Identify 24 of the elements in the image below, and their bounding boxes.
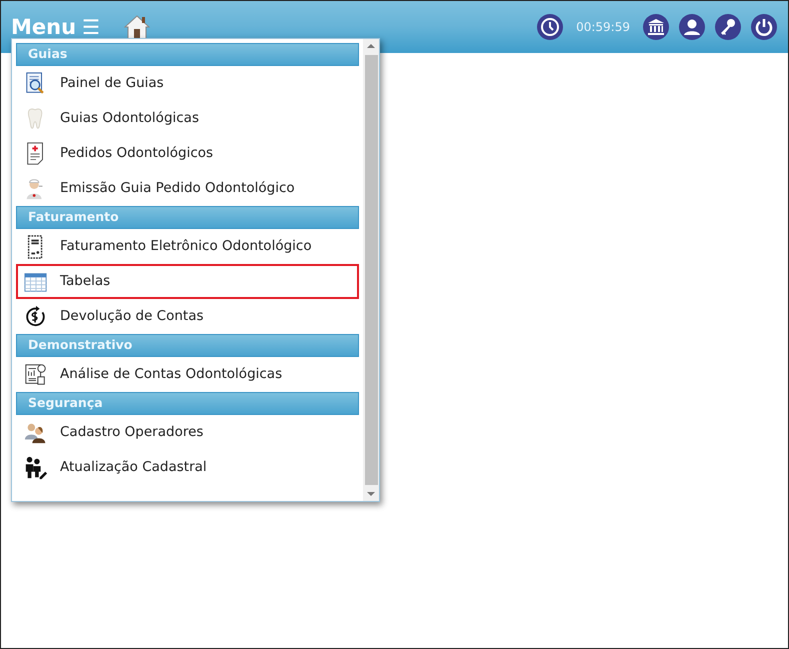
people-edit-icon: [24, 454, 48, 480]
key-icon[interactable]: [714, 13, 742, 41]
menu-item[interactable]: Faturamento Eletrônico Odontológico: [16, 229, 359, 264]
section-header: Guias: [16, 43, 359, 66]
section-header: Demonstrativo: [16, 334, 359, 357]
scrollbar-thumb[interactable]: [364, 55, 378, 485]
menu-item[interactable]: Guias Odontológicas: [16, 101, 359, 136]
menu-item[interactable]: Emissão Guia Pedido Odontológico: [16, 171, 359, 206]
menu-item[interactable]: Pedidos Odontológicos: [16, 136, 359, 171]
session-timer: 00:59:59: [576, 19, 630, 36]
user-icon[interactable]: [678, 13, 706, 41]
bank-icon[interactable]: [642, 13, 670, 41]
section-header: Segurança: [16, 392, 359, 415]
section-header: Faturamento: [16, 206, 359, 229]
menu-item[interactable]: Devolução de Contas: [16, 299, 359, 334]
menu-item[interactable]: Análise de Contas Odontológicas: [16, 357, 359, 392]
menu-item[interactable]: Tabelas: [16, 264, 359, 299]
scrollbar[interactable]: [363, 39, 379, 501]
menu-item[interactable]: Cadastro Operadores: [16, 415, 359, 450]
report-icon: [24, 362, 48, 388]
clock-icon[interactable]: [536, 13, 564, 41]
power-icon[interactable]: [750, 13, 778, 41]
menu-item[interactable]: Atualização Cadastral: [16, 450, 359, 485]
menu-item[interactable]: Painel de Guias: [16, 66, 359, 101]
